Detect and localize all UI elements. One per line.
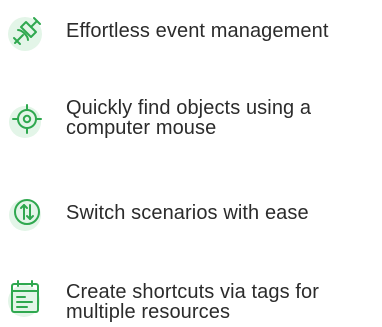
- feature-label-line: multiple resources: [66, 301, 231, 323]
- feature-label-line: Create shortcuts via tags for: [66, 281, 320, 303]
- crosshair-icon: [6, 100, 46, 140]
- feature-label-line: Switch scenarios with ease: [66, 202, 309, 224]
- satellite-icon: [6, 12, 46, 52]
- feature-item-switch-scenarios: Switch scenarios with ease: [6, 193, 378, 233]
- feature-item-shortcuts-tags: Create shortcuts via tags for multiple r…: [6, 278, 378, 326]
- calendar-list-icon: [6, 278, 46, 318]
- feature-label-line: Effortless event management: [66, 20, 329, 42]
- feature-label: Create shortcuts via tags for multiple r…: [66, 282, 319, 322]
- feature-item-find-objects: Quickly find objects using a computer mo…: [6, 98, 378, 146]
- feature-label: Quickly find objects using a computer mo…: [66, 98, 311, 138]
- feature-label-line: computer mouse: [66, 117, 217, 139]
- feature-item-event-management: Effortless event management: [6, 12, 378, 52]
- switch-arrows-icon: [6, 193, 46, 233]
- feature-label: Switch scenarios with ease: [66, 203, 309, 223]
- feature-label-line: Quickly find objects using a: [66, 97, 312, 119]
- feature-label: Effortless event management: [66, 21, 328, 41]
- feature-list: Effortless event management Quickly find…: [0, 0, 382, 327]
